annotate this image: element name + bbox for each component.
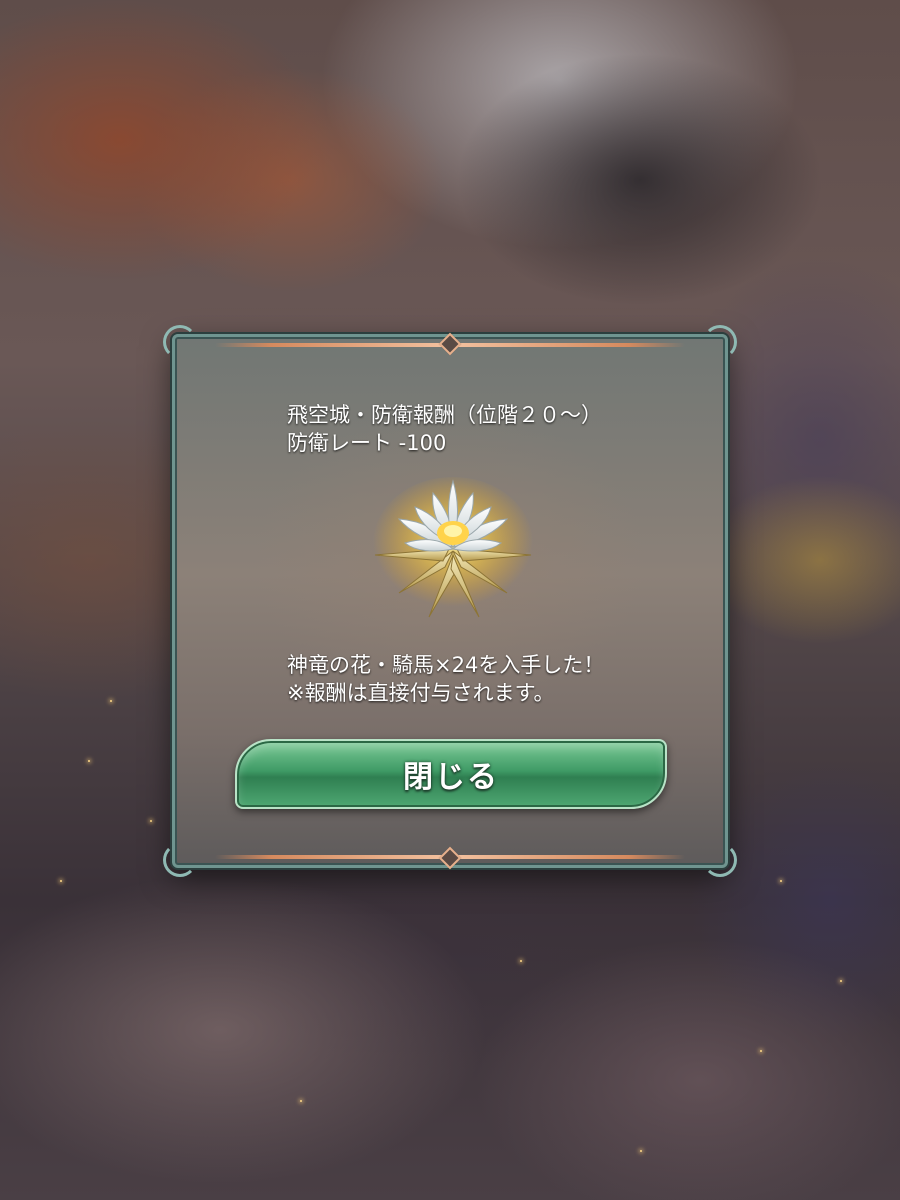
reward-message-line2: ※報酬は直接付与されます。 [287, 681, 555, 705]
sparkle [760, 1050, 762, 1052]
frame-corner-ornament [703, 325, 737, 359]
dialog-top-ornament [438, 332, 462, 356]
reward-message: 神竜の花・騎馬×24を入手した！ ※報酬は直接付与されます。 [287, 651, 604, 707]
sparkle [150, 820, 152, 822]
sparkle [60, 880, 62, 882]
sparkle [640, 1150, 642, 1152]
game-screen: 飛空城・防衛報酬（位階２０～） 防衛レート -100 神竜の花・騎馬×24を入手… [0, 0, 900, 1200]
sparkle [520, 960, 522, 962]
reward-title: 飛空城・防衛報酬（位階２０～） 防衛レート -100 [287, 401, 602, 457]
frame-corner-ornament [163, 325, 197, 359]
close-button-label: 閉じる [403, 760, 499, 795]
reward-message-line1: 神竜の花・騎馬×24を入手した！ [287, 653, 605, 677]
dialog-bottom-ornament [438, 846, 462, 870]
sparkle [780, 880, 782, 882]
reward-title-line2: 防衛レート -100 [287, 431, 447, 455]
reward-title-line1: 飛空城・防衛報酬（位階２０～） [287, 403, 602, 427]
sparkle [88, 760, 90, 762]
sparkle [110, 700, 112, 702]
sparkle [840, 980, 842, 982]
divine-dragon-flower-icon [373, 477, 533, 618]
reward-dialog: 飛空城・防衛報酬（位階２０～） 防衛レート -100 神竜の花・騎馬×24を入手… [163, 325, 737, 877]
sparkle [300, 1100, 302, 1102]
frame-corner-ornament [163, 843, 197, 877]
frame-corner-ornament [703, 843, 737, 877]
close-button[interactable]: 閉じる [235, 739, 667, 809]
